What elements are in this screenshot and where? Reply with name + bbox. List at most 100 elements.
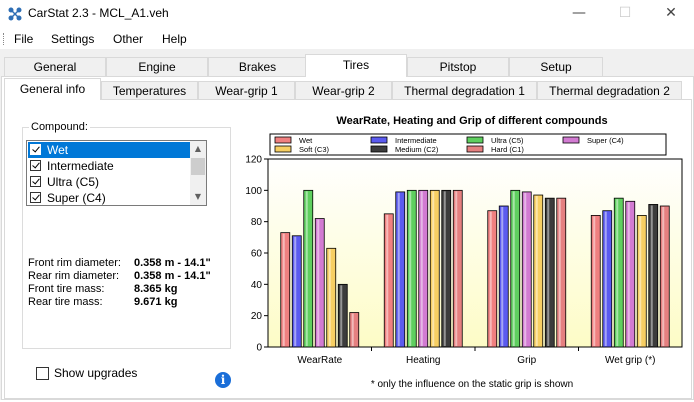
- list-item-label: Ultra (C5): [47, 175, 100, 189]
- bar-highlight: [501, 207, 504, 346]
- list-scrollbar[interactable]: ▲ ▼: [190, 141, 206, 205]
- y-tick-label: 20: [251, 311, 263, 322]
- compound-chart: WearRate, Heating and Grip of different …: [240, 109, 690, 399]
- subtab-temperatures[interactable]: Temperatures: [101, 81, 198, 100]
- bar-highlight: [512, 191, 515, 346]
- tab-tires[interactable]: Tires: [305, 54, 407, 77]
- subtab-wear-grip-2[interactable]: Wear-grip 2: [295, 81, 392, 100]
- compound-list[interactable]: Wet Intermediate Ultra (C5) Super (C4) ▲…: [26, 140, 207, 206]
- bar: [314, 218, 325, 348]
- bar-highlight: [409, 191, 412, 346]
- show-upgrades-label[interactable]: Show upgrades: [54, 366, 137, 380]
- bar: [487, 210, 498, 348]
- legend-label: Ultra (C5): [491, 136, 524, 145]
- bar: [625, 200, 636, 348]
- bar-highlight: [328, 249, 331, 346]
- list-item[interactable]: Ultra (C5): [28, 174, 191, 190]
- chart-svg: WearRate, Heating and Grip of different …: [245, 115, 683, 390]
- scroll-up-icon[interactable]: ▲: [190, 141, 206, 157]
- tab-pitstop[interactable]: Pitstop: [407, 57, 509, 76]
- y-tick-label: 40: [251, 280, 263, 291]
- bar-highlight: [443, 191, 446, 346]
- x-tick-label: Wet grip (*): [605, 355, 655, 366]
- list-item[interactable]: Intermediate: [28, 158, 191, 174]
- bar: [533, 194, 544, 348]
- bar: [418, 189, 429, 348]
- bar-highlight: [317, 219, 320, 346]
- legend-swatch: [274, 145, 292, 153]
- bar: [383, 213, 394, 348]
- bar-highlight: [420, 191, 423, 346]
- bar-highlight: [662, 207, 665, 346]
- bar-highlight: [616, 199, 619, 346]
- bar-highlight: [604, 211, 607, 346]
- rear-mass-label: Rear tire mass:: [28, 296, 103, 308]
- legend-label: Intermediate: [395, 136, 437, 145]
- list-item-label: Intermediate: [47, 159, 114, 173]
- menu-grip-icon: [3, 33, 6, 45]
- legend-swatch: [466, 145, 484, 153]
- subtab-general-info[interactable]: General info: [4, 78, 101, 100]
- close-button[interactable]: ✕: [648, 0, 694, 28]
- y-tick-label: 0: [256, 343, 262, 354]
- bar: [326, 247, 337, 348]
- menu-other[interactable]: Other: [109, 31, 147, 47]
- menu-file[interactable]: File: [10, 31, 37, 47]
- checkbox[interactable]: [30, 176, 41, 187]
- bar: [556, 197, 567, 348]
- minimize-button[interactable]: —: [556, 0, 602, 28]
- legend-swatch: [370, 136, 388, 144]
- chart-footnote: * only the influence on the static grip …: [371, 379, 573, 390]
- show-upgrades-checkbox[interactable]: [36, 367, 49, 380]
- checkbox[interactable]: [30, 144, 41, 155]
- bar-highlight: [386, 214, 389, 346]
- app-icon: [8, 7, 22, 21]
- tab-engine[interactable]: Engine: [106, 57, 208, 76]
- bar-highlight: [432, 191, 435, 346]
- list-item-label: Super (C4): [47, 191, 106, 205]
- front-mass-label: Front tire mass:: [28, 283, 105, 295]
- x-tick-label: WearRate: [297, 355, 342, 366]
- x-tick-label: Heating: [406, 355, 440, 366]
- bar: [349, 312, 360, 348]
- window-title: CarStat 2.3 - MCL_A1.veh: [28, 6, 169, 20]
- bar: [590, 215, 601, 348]
- tab-brakes[interactable]: Brakes: [208, 57, 307, 76]
- bar: [636, 215, 647, 348]
- front-mass-value: 8.365 kg: [134, 283, 178, 295]
- bar: [291, 235, 302, 348]
- checkbox[interactable]: [30, 192, 41, 203]
- bar-highlight: [627, 202, 630, 346]
- menu-settings[interactable]: Settings: [47, 31, 98, 47]
- title-bar: CarStat 2.3 - MCL_A1.veh — ☐ ✕: [0, 0, 694, 28]
- subtab-thermal-degradation-2[interactable]: Thermal degradation 2: [537, 81, 682, 100]
- checkbox[interactable]: [30, 160, 41, 171]
- list-item[interactable]: Super (C4): [28, 190, 191, 205]
- list-item-label: Wet: [47, 143, 69, 157]
- tab-general[interactable]: General: [4, 57, 106, 76]
- scroll-down-icon[interactable]: ▼: [190, 189, 206, 205]
- menu-bar: File Settings Other Help: [0, 29, 694, 50]
- menu-help[interactable]: Help: [158, 31, 191, 47]
- rear-rim-label: Rear rim diameter:: [28, 270, 120, 282]
- scroll-thumb[interactable]: [191, 158, 205, 175]
- info-icon[interactable]: i: [215, 372, 231, 388]
- front-rim-label: Front rim diameter:: [28, 257, 121, 269]
- compound-label: Compound:: [29, 121, 90, 133]
- legend-swatch: [370, 145, 388, 153]
- bar-highlight: [547, 199, 550, 346]
- y-tick-label: 80: [251, 217, 263, 228]
- subtab-wear-grip-1[interactable]: Wear-grip 1: [198, 81, 295, 100]
- bar-highlight: [558, 199, 561, 346]
- maximize-button[interactable]: ☐: [602, 0, 648, 28]
- subtab-thermal-degradation-1[interactable]: Thermal degradation 1: [392, 81, 537, 100]
- legend-swatch: [562, 136, 580, 144]
- list-item[interactable]: Wet: [28, 142, 191, 158]
- legend-label: Super (C4): [587, 136, 624, 145]
- bar: [441, 189, 452, 348]
- bar: [406, 189, 417, 348]
- tab-setup[interactable]: Setup: [509, 57, 603, 76]
- bar: [648, 204, 659, 348]
- bar: [613, 197, 624, 348]
- bar: [337, 283, 348, 348]
